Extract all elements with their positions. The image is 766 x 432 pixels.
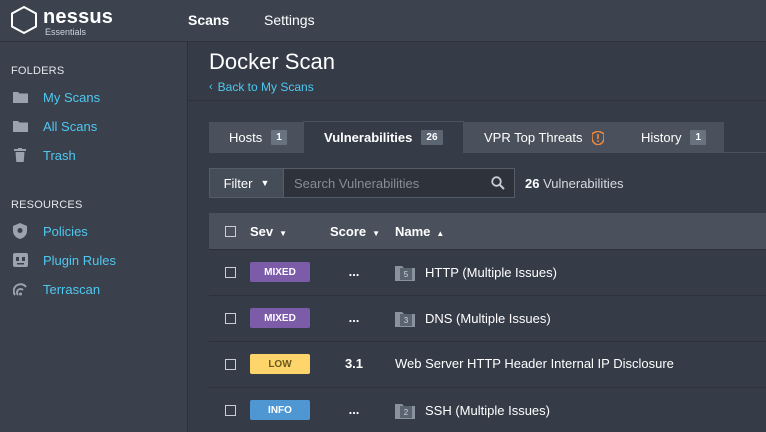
vulnerability-name: Web Server HTTP Header Internal IP Discl… [395, 356, 674, 371]
column-label: Name [395, 223, 431, 239]
sidebar-item-trash[interactable]: Trash [11, 144, 181, 166]
chevron-left-icon: ‹ [209, 81, 213, 93]
group-count: 2 [400, 406, 412, 418]
column-label: Score [330, 223, 367, 239]
score-cell: ... [348, 310, 360, 325]
tab-vulnerabilities[interactable]: Vulnerabilities 26 [303, 121, 464, 153]
folder-icon [11, 117, 29, 135]
vulnerability-name: HTTP (Multiple Issues) [425, 265, 557, 280]
vulnerability-count-number: 26 [525, 176, 540, 191]
group-folder-icon: 3 [395, 310, 415, 327]
tab-hosts[interactable]: Hosts 1 [209, 122, 303, 153]
sidebar-item-label: Policies [43, 223, 88, 239]
vulnerability-count: 26 Vulnerabilities [525, 176, 624, 191]
score-cell: 3.1 [344, 356, 364, 371]
tab-label: History [641, 130, 682, 145]
main-content: Docker Scan ‹ Back to My Scans Hosts 1 V… [189, 42, 766, 432]
sidebar-item-label: My Scans [43, 89, 101, 105]
sort-down-icon: ▼ [372, 228, 381, 238]
name-cell: 5 HTTP (Multiple Issues) [395, 264, 557, 281]
trash-icon [11, 146, 29, 164]
name-cell: 2 SSH (Multiple Issues) [395, 402, 550, 419]
name-cell: Web Server HTTP Header Internal IP Discl… [395, 356, 674, 371]
score-cell: ... [348, 264, 360, 279]
table-row[interactable]: INFO ... 2 SSH (Multiple Issues) [209, 388, 766, 432]
table-header: Sev ▼ Score ▼ Name ▲ [209, 213, 766, 250]
column-label: Sev [250, 223, 274, 239]
logo-wordmark: nessus [43, 6, 114, 28]
column-header-score[interactable]: Score ▼ [330, 224, 380, 239]
group-count: 3 [400, 314, 412, 326]
sort-down-icon: ▼ [279, 228, 288, 238]
table-row[interactable]: LOW 3.1 Web Server HTTP Header Internal … [209, 342, 766, 388]
resources-heading: RESOURCES [11, 199, 83, 211]
caret-down-icon: ▼ [260, 178, 270, 188]
plugin-rules-icon [11, 251, 29, 269]
nessus-logo[interactable]: nessus Essentials [9, 5, 119, 39]
sidebar-item-all-scans[interactable]: All Scans [11, 115, 181, 137]
count-badge: 1 [690, 130, 707, 145]
row-checkbox[interactable] [225, 405, 236, 416]
sidebar-item-label: All Scans [43, 118, 98, 134]
terrascan-icon [11, 280, 29, 298]
nav-settings[interactable]: Settings [264, 12, 315, 28]
group-folder-icon: 5 [395, 264, 415, 281]
table-row[interactable]: MIXED ... 3 DNS (Multiple Issues) [209, 296, 766, 342]
filter-label: Filter [223, 175, 253, 191]
vulnerability-name: SSH (Multiple Issues) [425, 403, 550, 418]
vulnerability-count-label: Vulnerabilities [543, 176, 624, 191]
page-title: Docker Scan [209, 49, 335, 74]
back-link-label: Back to My Scans [217, 80, 314, 94]
column-header-sev[interactable]: Sev ▼ [250, 224, 287, 239]
sidebar-item-my-scans[interactable]: My Scans [11, 86, 181, 108]
vulnerabilities-table: Sev ▼ Score ▼ Name ▲ MIXED ... 5 HTTP (Mult… [209, 213, 766, 432]
sidebar-item-label: Trash [43, 147, 76, 163]
count-badge: 26 [421, 130, 443, 145]
sidebar-item-terrascan[interactable]: Terrascan [11, 278, 181, 300]
group-count: 5 [400, 268, 412, 280]
sidebar-item-policies[interactable]: Policies [11, 220, 181, 242]
hexagon-logo-icon [11, 5, 37, 35]
sidebar: FOLDERS My Scans All Scans Trash RESOURC… [0, 42, 188, 432]
vulnerability-name: DNS (Multiple Issues) [425, 311, 551, 326]
tab-label: VPR Top Threats [484, 130, 583, 145]
count-badge: 1 [271, 130, 287, 145]
severity-badge: LOW [250, 354, 310, 374]
row-checkbox[interactable] [225, 313, 236, 324]
select-all-checkbox[interactable] [225, 226, 236, 237]
row-checkbox[interactable] [225, 359, 236, 370]
folder-icon [11, 88, 29, 106]
search-input[interactable] [284, 169, 479, 197]
table-row[interactable]: MIXED ... 5 HTTP (Multiple Issues) [209, 250, 766, 296]
policy-shield-icon [11, 222, 29, 240]
logo-subtitle: Essentials [45, 27, 87, 37]
tab-vpr-top-threats[interactable]: VPR Top Threats [464, 122, 621, 153]
nav-scans[interactable]: Scans [188, 12, 229, 28]
sidebar-item-label: Terrascan [43, 281, 101, 297]
header-divider [189, 100, 766, 101]
severity-badge: MIXED [250, 262, 310, 282]
sidebar-item-plugin-rules[interactable]: Plugin Rules [11, 249, 181, 271]
filter-bar: Filter ▼ [209, 168, 515, 198]
filter-button[interactable]: Filter ▼ [209, 168, 284, 198]
back-link[interactable]: ‹ Back to My Scans [209, 80, 314, 94]
folders-heading: FOLDERS [11, 65, 65, 77]
vpr-shield-icon [591, 130, 604, 145]
severity-badge: INFO [250, 400, 310, 420]
scan-tabs: Hosts 1 Vulnerabilities 26 VPR Top Threa… [209, 121, 766, 153]
search-box [284, 168, 515, 198]
tab-history[interactable]: History 1 [621, 122, 724, 153]
group-folder-icon: 2 [395, 402, 415, 419]
tab-label: Vulnerabilities [324, 130, 413, 145]
tab-label: Hosts [229, 130, 263, 145]
top-bar: nessus Essentials Scans Settings [0, 0, 766, 42]
severity-badge: MIXED [250, 308, 310, 328]
score-cell: ... [348, 402, 360, 417]
name-cell: 3 DNS (Multiple Issues) [395, 310, 551, 327]
column-header-name[interactable]: Name ▲ [395, 224, 444, 239]
sidebar-item-label: Plugin Rules [43, 252, 116, 268]
row-checkbox[interactable] [225, 267, 236, 278]
search-icon[interactable] [491, 176, 505, 195]
sort-up-icon: ▲ [436, 228, 445, 238]
